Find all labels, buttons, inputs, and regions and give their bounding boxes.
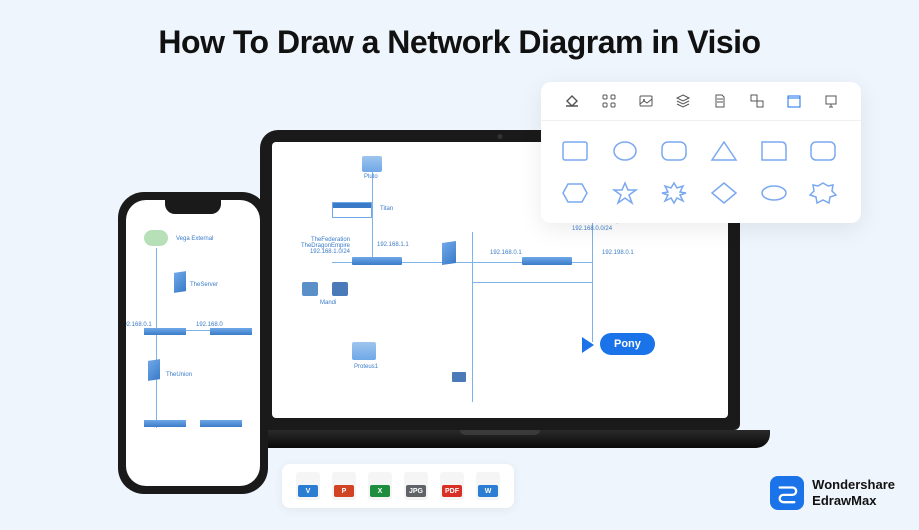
format-word[interactable]: W: [476, 472, 500, 500]
page-icon[interactable]: [711, 92, 729, 110]
shape-rounded2[interactable]: [805, 135, 841, 167]
format-excel[interactable]: X: [368, 472, 392, 500]
shapes-panel: [541, 82, 861, 223]
node-label: TheUnion: [166, 372, 192, 378]
container-icon[interactable]: [785, 92, 803, 110]
node-label: Titan: [380, 206, 393, 212]
format-jpg[interactable]: JPG: [404, 472, 428, 500]
cursor-label: Pony: [600, 333, 655, 355]
fill-icon[interactable]: [563, 92, 581, 110]
export-formats: V P X JPG PDF W: [282, 464, 514, 508]
phone-mockup: Vega External TheServer 192.168.0.1 192.…: [118, 192, 268, 494]
shape-circle[interactable]: [607, 135, 643, 167]
layers-icon[interactable]: [674, 92, 692, 110]
toolbar: [541, 82, 861, 121]
shape-ellipse[interactable]: [756, 177, 792, 209]
node-label: 192.168.0.0/24: [572, 226, 612, 232]
shape-seal[interactable]: [805, 177, 841, 209]
shape-star[interactable]: [607, 177, 643, 209]
component-icon[interactable]: [748, 92, 766, 110]
format-ppt[interactable]: P: [332, 472, 356, 500]
brand-logo-block: Wondershare EdrawMax: [770, 476, 895, 510]
node-label: Proteus1: [354, 364, 378, 370]
node-label: Pluto: [364, 174, 378, 180]
brand-line1: Wondershare: [812, 477, 895, 493]
shape-burst[interactable]: [656, 177, 692, 209]
edrawmax-logo-icon: [770, 476, 804, 510]
node-label: Mandi: [320, 300, 336, 306]
brand-line2: EdrawMax: [812, 493, 895, 509]
presentation-icon[interactable]: [822, 92, 840, 110]
shape-callout[interactable]: [756, 135, 792, 167]
shape-diamond[interactable]: [706, 177, 742, 209]
grid-icon[interactable]: [600, 92, 618, 110]
format-pdf[interactable]: PDF: [440, 472, 464, 500]
shape-hexagon[interactable]: [557, 177, 593, 209]
format-visio[interactable]: V: [296, 472, 320, 500]
shape-triangle[interactable]: [706, 135, 742, 167]
node-label: 192.168.0.1: [490, 250, 522, 256]
shape-rounded[interactable]: [656, 135, 692, 167]
image-icon[interactable]: [637, 92, 655, 110]
shapes-grid: [541, 121, 861, 223]
node-label: 192.168.1.1: [377, 242, 409, 248]
node-label: TheServer: [190, 282, 218, 288]
node-label: External: [191, 236, 213, 242]
page-title: How To Draw a Network Diagram in Visio: [0, 0, 919, 61]
node-label: Vega: [176, 236, 190, 242]
collaborator-cursor: Pony: [582, 337, 594, 353]
node-label: 192.168.1.0/24: [290, 249, 350, 255]
node-label: 192.198.0.1: [602, 250, 634, 256]
shape-rectangle[interactable]: [557, 135, 593, 167]
